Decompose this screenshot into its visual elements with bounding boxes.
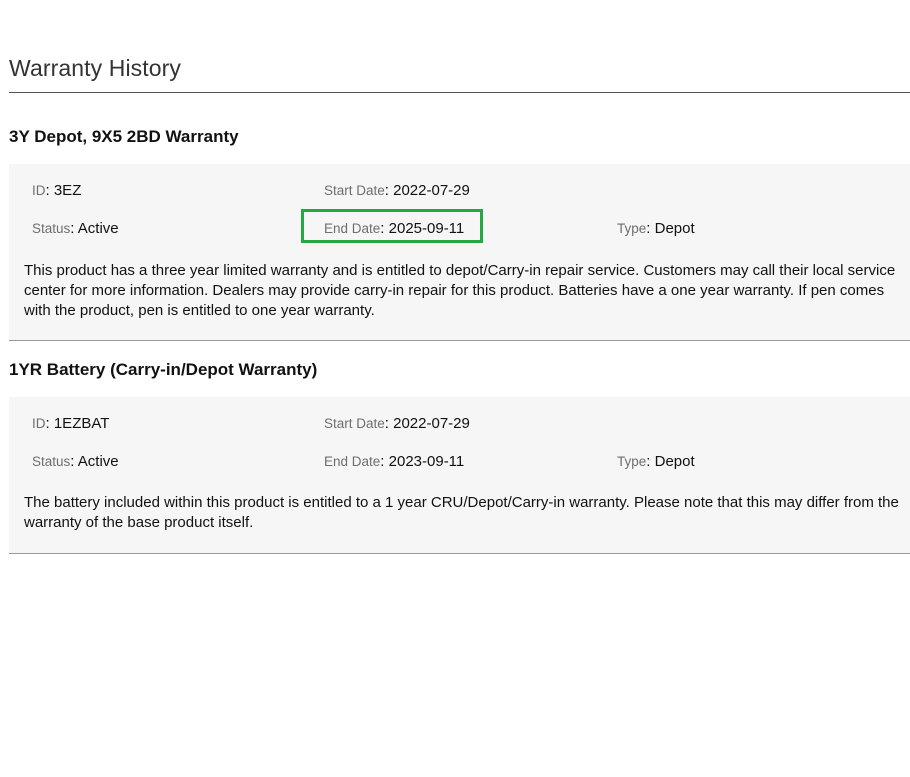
status-value: Active: [77, 453, 119, 470]
end-date-label: End Date: [324, 221, 381, 236]
warranty-name: 3Y Depot, 9X5 2BD Warranty: [9, 127, 239, 146]
status-field: Status: Active: [32, 453, 119, 470]
warranty-id-field: ID: 1EZBAT: [32, 415, 110, 432]
type-field: Type: Depot: [617, 220, 695, 237]
type-label: Type: [617, 454, 647, 469]
warranty-details-panel: ID: 3EZ Start Date: 2022-07-29 Status: A…: [9, 164, 910, 341]
title-divider: [9, 92, 910, 93]
warranty-details-panel: ID: 1EZBAT Start Date: 2022-07-29 Status…: [9, 397, 910, 554]
start-date-field: Start Date: 2022-07-29: [324, 415, 470, 432]
start-date-value: 2022-07-29: [393, 415, 470, 432]
status-field: Status: Active: [32, 220, 119, 237]
id-label: ID: [32, 416, 46, 431]
id-value: 1EZBAT: [53, 415, 110, 432]
id-value: 3EZ: [53, 182, 82, 199]
end-date-field: End Date: 2023-09-11: [324, 453, 465, 470]
start-date-label: Start Date: [324, 183, 385, 198]
type-field: Type: Depot: [617, 453, 695, 470]
end-date-value: 2023-09-11: [388, 453, 465, 470]
start-date-field: Start Date: 2022-07-29: [324, 182, 470, 199]
status-value: Active: [77, 220, 119, 237]
type-label: Type: [617, 221, 647, 236]
type-value: Depot: [654, 220, 695, 237]
start-date-label: Start Date: [324, 416, 385, 431]
status-label: Status: [32, 221, 71, 236]
end-date-value: 2025-09-11: [388, 220, 465, 237]
end-date-label: End Date: [324, 454, 381, 469]
warranty-description: The battery included within this product…: [24, 494, 899, 531]
id-label: ID: [32, 183, 46, 198]
start-date-value: 2022-07-29: [393, 182, 470, 199]
warranty-id-field: ID: 3EZ: [32, 182, 82, 199]
page-title: Warranty History: [9, 55, 181, 81]
type-value: Depot: [654, 453, 695, 470]
end-date-field: End Date: 2025-09-11: [324, 220, 465, 237]
warranty-name: 1YR Battery (Carry-in/Depot Warranty): [9, 360, 318, 379]
warranty-description: This product has a three year limited wa…: [24, 262, 896, 319]
status-label: Status: [32, 454, 71, 469]
